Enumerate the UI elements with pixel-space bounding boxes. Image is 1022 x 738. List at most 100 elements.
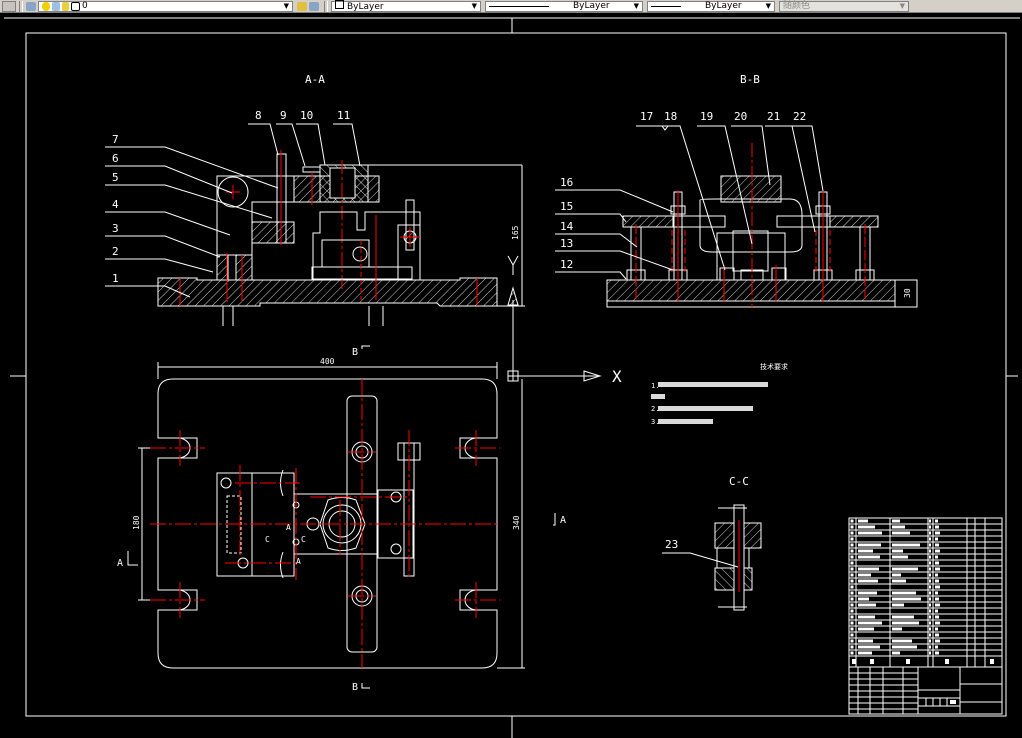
parts-list-cell-text: [906, 659, 910, 664]
parts-list-cell-text: [950, 700, 956, 704]
parts-list-cell-text: [850, 579, 854, 583]
balloon-number: 22: [793, 110, 806, 123]
parts-list-cell-text: [858, 621, 882, 625]
balloon-leader-line: [248, 123, 279, 156]
drawing-canvas[interactable]: A-A B-B C-C X Y 165 30 400 340 180 B B A…: [0, 0, 1022, 738]
parts-list-cell-text: [850, 621, 854, 625]
parts-list-cell-text: [935, 573, 938, 577]
balloon-number: 8: [255, 109, 262, 122]
parts-list-cell-text: [892, 591, 916, 595]
parts-list-cell-text: [892, 651, 900, 655]
parts-list-cell-text: [892, 579, 906, 583]
parts-list-cell-text: [935, 555, 938, 559]
parts-list-cell-text: [850, 615, 854, 619]
parts-list-cell-text: [892, 531, 910, 535]
balloon-number: 14: [560, 220, 574, 233]
view-title-aa: A-A: [305, 73, 325, 86]
balloon-leaders: [105, 123, 824, 568]
parts-list-cell-text: [929, 555, 931, 559]
parts-list-cell-text: [858, 603, 876, 607]
parts-list-cell-text: [858, 639, 873, 643]
balloon-number: 9: [280, 109, 287, 122]
balloon-leader-line: [662, 552, 739, 568]
balloon-number: 21: [767, 110, 780, 123]
parts-list-cell-text: [935, 597, 939, 601]
parts-list-cell-text: [935, 537, 938, 541]
balloon-leader-line: [105, 235, 221, 258]
parts-list-cell-text: [935, 531, 940, 535]
parts-list-cell-text: [850, 597, 854, 601]
parts-list-cell-text: [858, 591, 877, 595]
section-mark-b-bottom: B: [352, 682, 358, 693]
parts-list-cell-text: [935, 579, 939, 583]
balloon-leader-line: [105, 165, 233, 194]
parts-list-cell-text: [850, 645, 854, 649]
parts-list-cell-text: [892, 573, 901, 577]
balloon-leader-line: [555, 271, 627, 280]
parts-list-cell-text: [892, 645, 917, 649]
view-title-cc: C-C: [729, 475, 749, 488]
parts-list-cell-text: [935, 633, 939, 637]
parts-list-cell-text: [858, 573, 871, 577]
parts-list-cell-text: [929, 549, 931, 553]
parts-list-cell-text: [892, 543, 920, 547]
parts-list-cell-text: [850, 561, 854, 565]
parts-list-cell-text: [929, 561, 931, 565]
balloon-leader-line: [296, 123, 326, 166]
parts-list-cell-text: [929, 651, 931, 655]
dim-height-top: 340: [512, 515, 521, 530]
parts-list-cell-text: [892, 615, 914, 619]
parts-list-cell-text: [935, 645, 938, 649]
balloon-leader-line: [636, 125, 669, 131]
parts-list-cell-text: [858, 567, 879, 571]
section-mark-a-left: A: [117, 558, 123, 569]
parts-list-cell-text: [858, 525, 875, 529]
parts-list-cell-text: [850, 603, 854, 607]
parts-list-cell-text: [850, 525, 854, 529]
balloon-number: 4: [112, 198, 119, 211]
view-title-bb: B-B: [740, 73, 760, 86]
parts-list-cell-text: [929, 615, 931, 619]
parts-list-cell-text: [935, 603, 940, 607]
dim-height-aa: 165: [511, 225, 520, 240]
section-view-bb: [606, 143, 918, 308]
balloon-number: 20: [734, 110, 747, 123]
balloon-number: 16: [560, 176, 573, 189]
parts-list-cell-text: [852, 659, 856, 664]
balloon-number: 7: [112, 133, 119, 146]
parts-list-cell-text: [850, 567, 854, 571]
parts-list-cell-text: [935, 567, 940, 571]
section-mark-a-mid2: A: [296, 557, 301, 566]
parts-list-cell-text: [935, 621, 940, 625]
parts-list-cell-text: [850, 573, 854, 577]
parts-list-cell-text: [929, 609, 931, 613]
balloon-number: 2: [112, 245, 119, 258]
parts-list-cell-text: [858, 555, 880, 559]
balloon-number: 6: [112, 152, 119, 165]
parts-list-cell-text: [935, 591, 938, 595]
parts-list-cell-text: [990, 659, 994, 664]
parts-list-cell-text: [892, 621, 919, 625]
parts-list-cell-text: [929, 639, 931, 643]
parts-list-cell-text: [850, 585, 854, 589]
parts-list-cell-text: [929, 645, 931, 649]
parts-list-cell-text: [850, 633, 854, 637]
parts-list-cell-text: [935, 585, 940, 589]
parts-list-cell-text: [935, 519, 938, 523]
balloon-leader-line: [662, 125, 726, 271]
parts-list-cell-text: [858, 531, 882, 535]
parts-list-cell-text: [929, 537, 931, 541]
parts-list-cell-text: [850, 651, 854, 655]
section-mark-a-right: A: [560, 515, 566, 526]
parts-list-cell-text: [929, 573, 931, 577]
parts-list-cell-text: [850, 519, 854, 523]
balloon-number: 19: [700, 110, 713, 123]
parts-list-cell-text: [850, 609, 854, 613]
balloon-leader-line: [105, 146, 279, 189]
section-view-aa: [157, 150, 525, 326]
dim-height-bb: 30: [903, 288, 912, 298]
parts-list-cell-text: [935, 627, 938, 631]
balloon-leader-line: [333, 123, 361, 167]
balloon-number: 12: [560, 258, 573, 271]
parts-list-cell-text: [929, 597, 931, 601]
